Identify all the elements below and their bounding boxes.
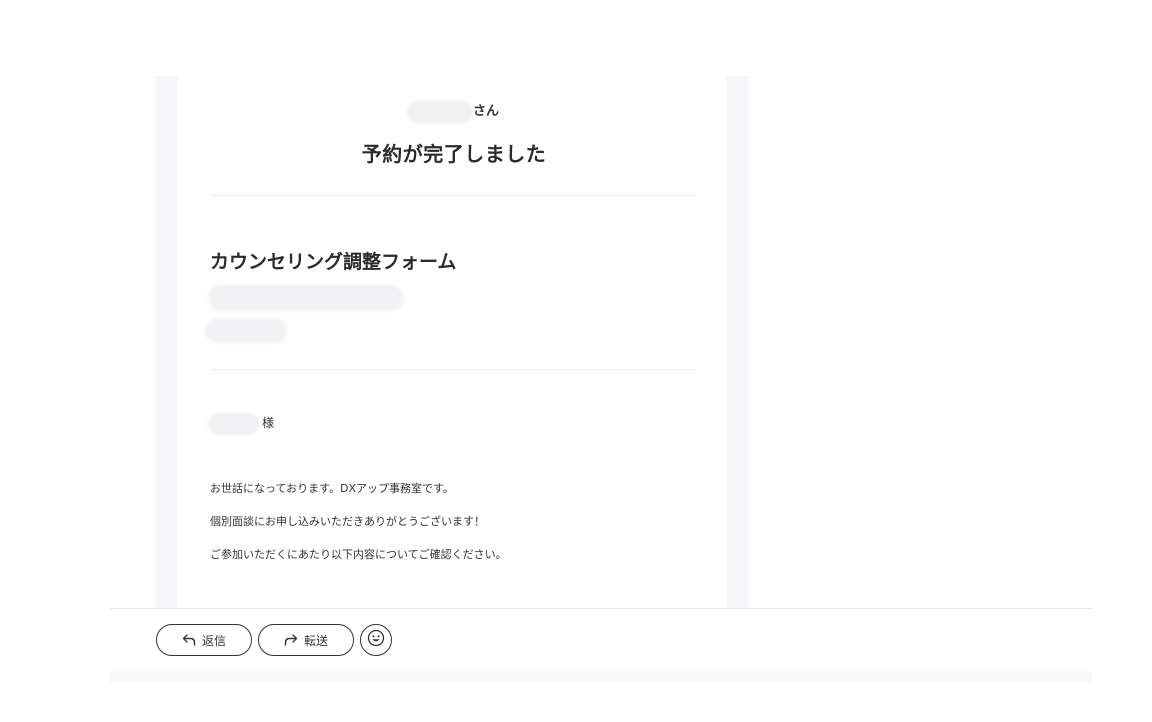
reply-label: 返信 xyxy=(201,633,226,648)
right-gutter xyxy=(726,76,749,608)
emoji-reaction-button[interactable] xyxy=(360,624,392,656)
form-name-heading: カウンセリング調整フォーム xyxy=(210,251,457,273)
footer-band xyxy=(110,671,1092,683)
body-line-3: ご参加いただくにあたり以下内容についてご確認ください。 xyxy=(210,548,507,561)
email-view: さん 予約が完了しました カウンセリング調整フォーム 様 お世話になっております… xyxy=(0,0,1152,722)
forward-button[interactable]: 転送 xyxy=(258,624,354,656)
reply-button[interactable]: 返信 xyxy=(156,624,252,656)
confirmation-title: 予約が完了しました xyxy=(361,142,547,166)
addressee-line: 様 xyxy=(210,414,274,433)
body-line-2: 個別面談にお申し込みいただきありがとうございます！ xyxy=(210,515,485,528)
smiley-icon xyxy=(367,629,385,651)
action-bar-divider xyxy=(110,608,1092,609)
addressee-suffix: 様 xyxy=(262,416,275,430)
forward-label: 転送 xyxy=(303,633,328,648)
redacted-recipient-name xyxy=(408,101,471,122)
body-line-1: お世話になっております。DXアップ事務室です。 xyxy=(210,482,454,495)
redacted-addressee-name xyxy=(210,414,258,433)
left-gutter xyxy=(155,76,178,608)
forward-arrow-icon xyxy=(284,634,298,646)
redacted-detail-line-2 xyxy=(207,320,285,341)
redacted-detail-line-1 xyxy=(210,287,402,309)
reply-arrow-icon xyxy=(182,634,196,646)
message-actions: 返信 転送 xyxy=(156,623,392,657)
recipient-greeting: さん xyxy=(178,100,726,122)
divider-middle xyxy=(210,369,696,370)
divider-top xyxy=(210,195,696,196)
greeting-suffix: さん xyxy=(472,104,499,119)
email-body-card: さん 予約が完了しました カウンセリング調整フォーム 様 お世話になっております… xyxy=(178,76,726,608)
